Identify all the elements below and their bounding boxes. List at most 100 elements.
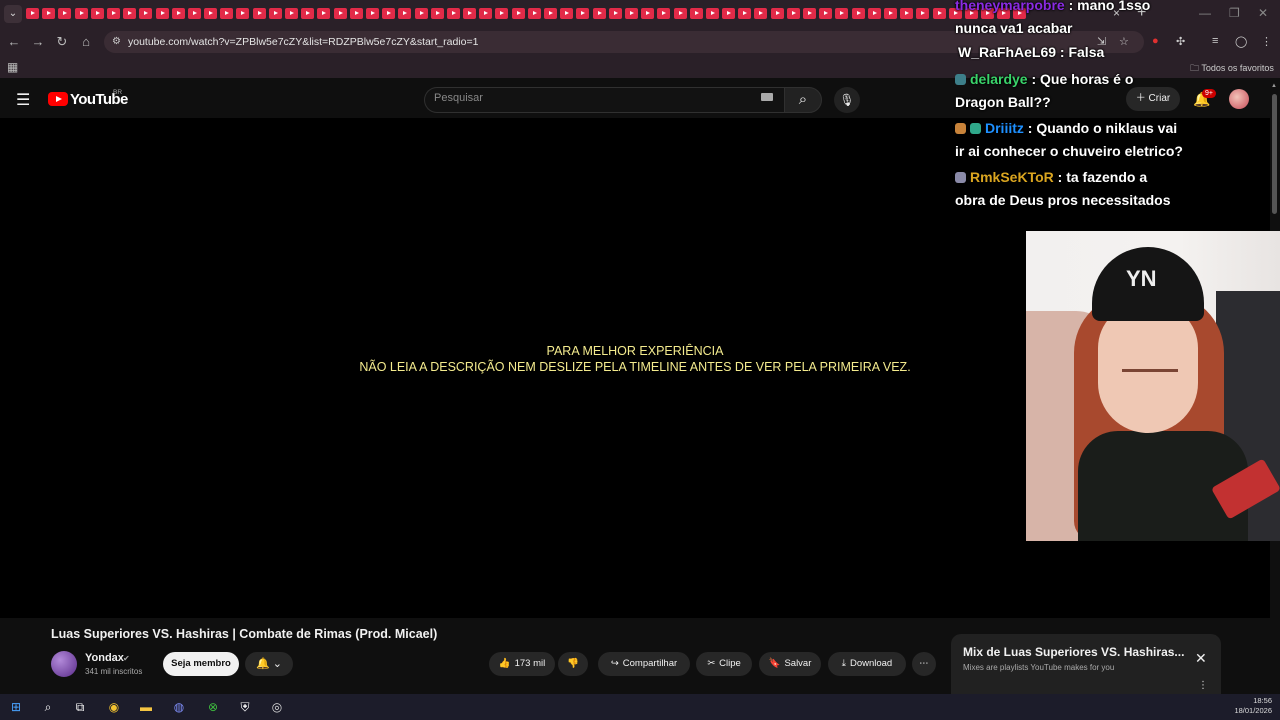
browser-tab-youtube-icon[interactable] bbox=[204, 8, 218, 19]
browser-tab-youtube-icon[interactable] bbox=[430, 8, 444, 19]
chrome-icon[interactable]: ◉ bbox=[105, 698, 123, 716]
browser-tab-youtube-icon[interactable] bbox=[705, 8, 719, 19]
apps-grid-icon[interactable]: ▦ bbox=[7, 60, 18, 74]
close-icon[interactable]: ✕ bbox=[1195, 650, 1207, 667]
browser-tab-youtube-icon[interactable] bbox=[106, 8, 120, 19]
profile-icon[interactable]: ◯ bbox=[1235, 35, 1247, 48]
more-actions-button[interactable]: ⋯ bbox=[912, 652, 936, 676]
all-bookmarks-folder[interactable]: 🗀 Todos os favoritos bbox=[1190, 61, 1274, 77]
task-view-icon[interactable]: ⧉ bbox=[71, 698, 89, 716]
browser-tab-youtube-icon[interactable] bbox=[657, 8, 671, 19]
browser-tab-youtube-icon[interactable] bbox=[42, 8, 56, 19]
browser-tab-youtube-icon[interactable] bbox=[446, 8, 460, 19]
minimize-button[interactable]: — bbox=[1199, 6, 1211, 20]
browser-tab-youtube-icon[interactable] bbox=[819, 8, 833, 19]
browser-tab-youtube-icon[interactable] bbox=[835, 8, 849, 19]
browser-tab-youtube-icon[interactable] bbox=[608, 8, 622, 19]
browser-tab-youtube-icon[interactable] bbox=[883, 8, 897, 19]
browser-tab-youtube-icon[interactable] bbox=[463, 8, 477, 19]
browser-tab-youtube-icon[interactable] bbox=[592, 8, 606, 19]
browser-tab-youtube-icon[interactable] bbox=[220, 8, 234, 19]
browser-tab-youtube-icon[interactable] bbox=[268, 8, 282, 19]
browser-tab-youtube-icon[interactable] bbox=[90, 8, 104, 19]
browser-tab-youtube-icon[interactable] bbox=[803, 8, 816, 19]
browser-tab-youtube-icon[interactable] bbox=[123, 8, 137, 19]
browser-tab-youtube-icon[interactable] bbox=[58, 8, 72, 19]
share-button[interactable]: ↪ Compartilhar bbox=[598, 652, 690, 676]
browser-tab-youtube-icon[interactable] bbox=[851, 8, 865, 19]
keyboard-icon[interactable] bbox=[761, 93, 773, 101]
mix-title[interactable]: Mix de Luas Superiores VS. Hashiras... bbox=[963, 645, 1184, 659]
browser-tab-youtube-icon[interactable] bbox=[770, 8, 784, 19]
voice-search-button[interactable]: 🎙 bbox=[834, 87, 860, 113]
download-button[interactable]: ⤓ Download bbox=[828, 652, 906, 676]
browser-tab-youtube-icon[interactable] bbox=[527, 8, 541, 19]
browser-tab-youtube-icon[interactable] bbox=[576, 8, 590, 19]
browser-tab-youtube-icon[interactable] bbox=[479, 8, 493, 19]
url-text[interactable]: youtube.com/watch?v=ZPBlw5e7cZY&list=RDZ… bbox=[128, 36, 478, 48]
security-icon[interactable]: ⛨ bbox=[236, 698, 254, 716]
home-button[interactable]: ⌂ bbox=[77, 33, 95, 51]
browser-tab-youtube-icon[interactable] bbox=[171, 8, 185, 19]
save-button[interactable]: 🔖 Salvar bbox=[759, 652, 821, 676]
hamburger-menu-icon[interactable]: ☰ bbox=[16, 90, 30, 110]
reload-button[interactable]: ↻ bbox=[53, 33, 71, 51]
youtube-logo-icon[interactable] bbox=[48, 92, 68, 106]
xbox-icon[interactable]: ⊗ bbox=[204, 698, 222, 716]
scroll-thumb[interactable] bbox=[1272, 94, 1277, 214]
search-button[interactable]: ⌕ bbox=[784, 87, 822, 113]
browser-tab-youtube-icon[interactable] bbox=[624, 8, 638, 19]
system-clock[interactable]: 18:56 18/01/2026 bbox=[1232, 696, 1272, 716]
kebab-menu-icon[interactable]: ⋮ bbox=[1198, 680, 1208, 691]
media-icon[interactable]: ≡ bbox=[1212, 35, 1218, 47]
browser-tab-youtube-icon[interactable] bbox=[932, 8, 946, 19]
search-input[interactable]: Pesquisar bbox=[434, 92, 483, 104]
channel-avatar[interactable] bbox=[51, 651, 77, 677]
browser-tab-youtube-icon[interactable] bbox=[689, 8, 703, 19]
browser-tab-youtube-icon[interactable] bbox=[187, 8, 201, 19]
browser-tab-youtube-icon[interactable] bbox=[495, 8, 509, 19]
windows-start-icon[interactable]: ⊞ bbox=[7, 698, 25, 716]
close-window-button[interactable]: ✕ bbox=[1258, 6, 1268, 20]
discord-icon[interactable]: ◍ bbox=[170, 698, 188, 716]
forward-button[interactable]: → bbox=[29, 33, 47, 51]
browser-tab-youtube-icon[interactable] bbox=[641, 8, 655, 19]
channel-name[interactable]: Yondax bbox=[85, 652, 124, 664]
browser-tab-youtube-icon[interactable] bbox=[398, 8, 412, 19]
user-avatar[interactable] bbox=[1229, 89, 1249, 109]
subscription-bell-button[interactable]: 🔔 ⌄ bbox=[245, 652, 293, 676]
site-info-icon[interactable]: ⚙ bbox=[112, 36, 121, 47]
browser-tab-youtube-icon[interactable] bbox=[544, 8, 557, 19]
scroll-up-arrow-icon[interactable]: ▲ bbox=[1271, 83, 1277, 89]
like-button[interactable]: 👍 173 mil bbox=[489, 652, 555, 676]
browser-tab-youtube-icon[interactable] bbox=[301, 8, 315, 19]
browser-tab-youtube-icon[interactable] bbox=[511, 8, 525, 19]
browser-tab-youtube-icon[interactable] bbox=[285, 8, 298, 19]
browser-tab-youtube-icon[interactable] bbox=[139, 8, 153, 19]
tab-search-button[interactable]: ⌄ bbox=[4, 5, 22, 23]
browser-tab-youtube-icon[interactable] bbox=[317, 8, 331, 19]
browser-tab-youtube-icon[interactable] bbox=[236, 8, 250, 19]
browser-tab-youtube-icon[interactable] bbox=[382, 8, 396, 19]
browser-tab-youtube-icon[interactable] bbox=[673, 8, 687, 19]
browser-tab-youtube-icon[interactable] bbox=[786, 8, 800, 19]
browser-tab-youtube-icon[interactable] bbox=[867, 8, 881, 19]
browser-tab-youtube-icon[interactable] bbox=[349, 8, 363, 19]
join-button[interactable]: Seja membro bbox=[163, 652, 239, 676]
browser-tab-youtube-icon[interactable] bbox=[754, 8, 768, 19]
browser-tab-youtube-icon[interactable] bbox=[560, 8, 574, 19]
browser-tab-youtube-icon[interactable] bbox=[916, 8, 930, 19]
browser-tab-youtube-icon[interactable] bbox=[900, 8, 914, 19]
browser-tab-youtube-icon[interactable] bbox=[252, 8, 266, 19]
browser-tab-youtube-icon[interactable] bbox=[155, 8, 169, 19]
browser-tab-youtube-icon[interactable] bbox=[333, 8, 347, 19]
clip-button[interactable]: ✂ Clipe bbox=[696, 652, 752, 676]
back-button[interactable]: ← bbox=[5, 33, 23, 51]
browser-tab-youtube-icon[interactable] bbox=[414, 8, 428, 19]
browser-tab-youtube-icon[interactable] bbox=[738, 8, 752, 19]
browser-tab-youtube-icon[interactable] bbox=[722, 8, 736, 19]
browser-tab-youtube-icon[interactable] bbox=[74, 8, 88, 19]
search-icon[interactable]: ⌕ bbox=[39, 698, 57, 716]
browser-tab-youtube-icon[interactable] bbox=[26, 8, 39, 19]
dislike-button[interactable]: 👎 bbox=[558, 652, 588, 676]
